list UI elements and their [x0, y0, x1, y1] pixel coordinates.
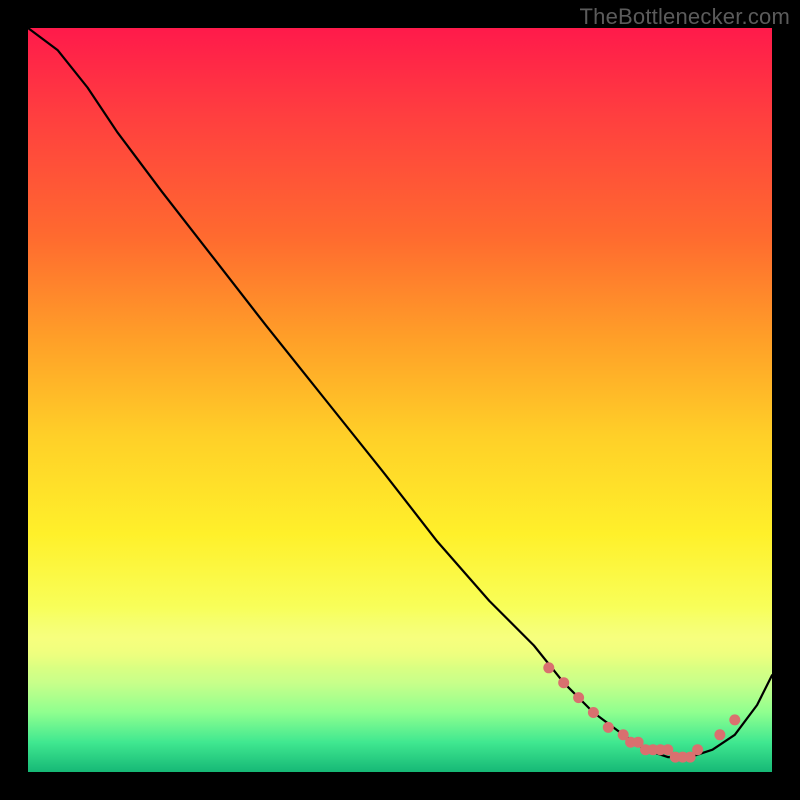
marker-dot — [714, 729, 725, 740]
watermark-text: TheBottlenecker.com — [580, 4, 790, 30]
marker-dot — [543, 662, 554, 673]
marker-dot — [588, 707, 599, 718]
plot-area — [28, 28, 772, 772]
marker-dot — [573, 692, 584, 703]
marker-dot — [692, 744, 703, 755]
marker-dot — [603, 722, 614, 733]
marker-dot — [558, 677, 569, 688]
curve-layer — [28, 28, 772, 772]
marker-group — [543, 662, 740, 762]
chart-stage: TheBottlenecker.com — [0, 0, 800, 800]
marker-dot — [729, 714, 740, 725]
curve-path — [28, 28, 772, 757]
